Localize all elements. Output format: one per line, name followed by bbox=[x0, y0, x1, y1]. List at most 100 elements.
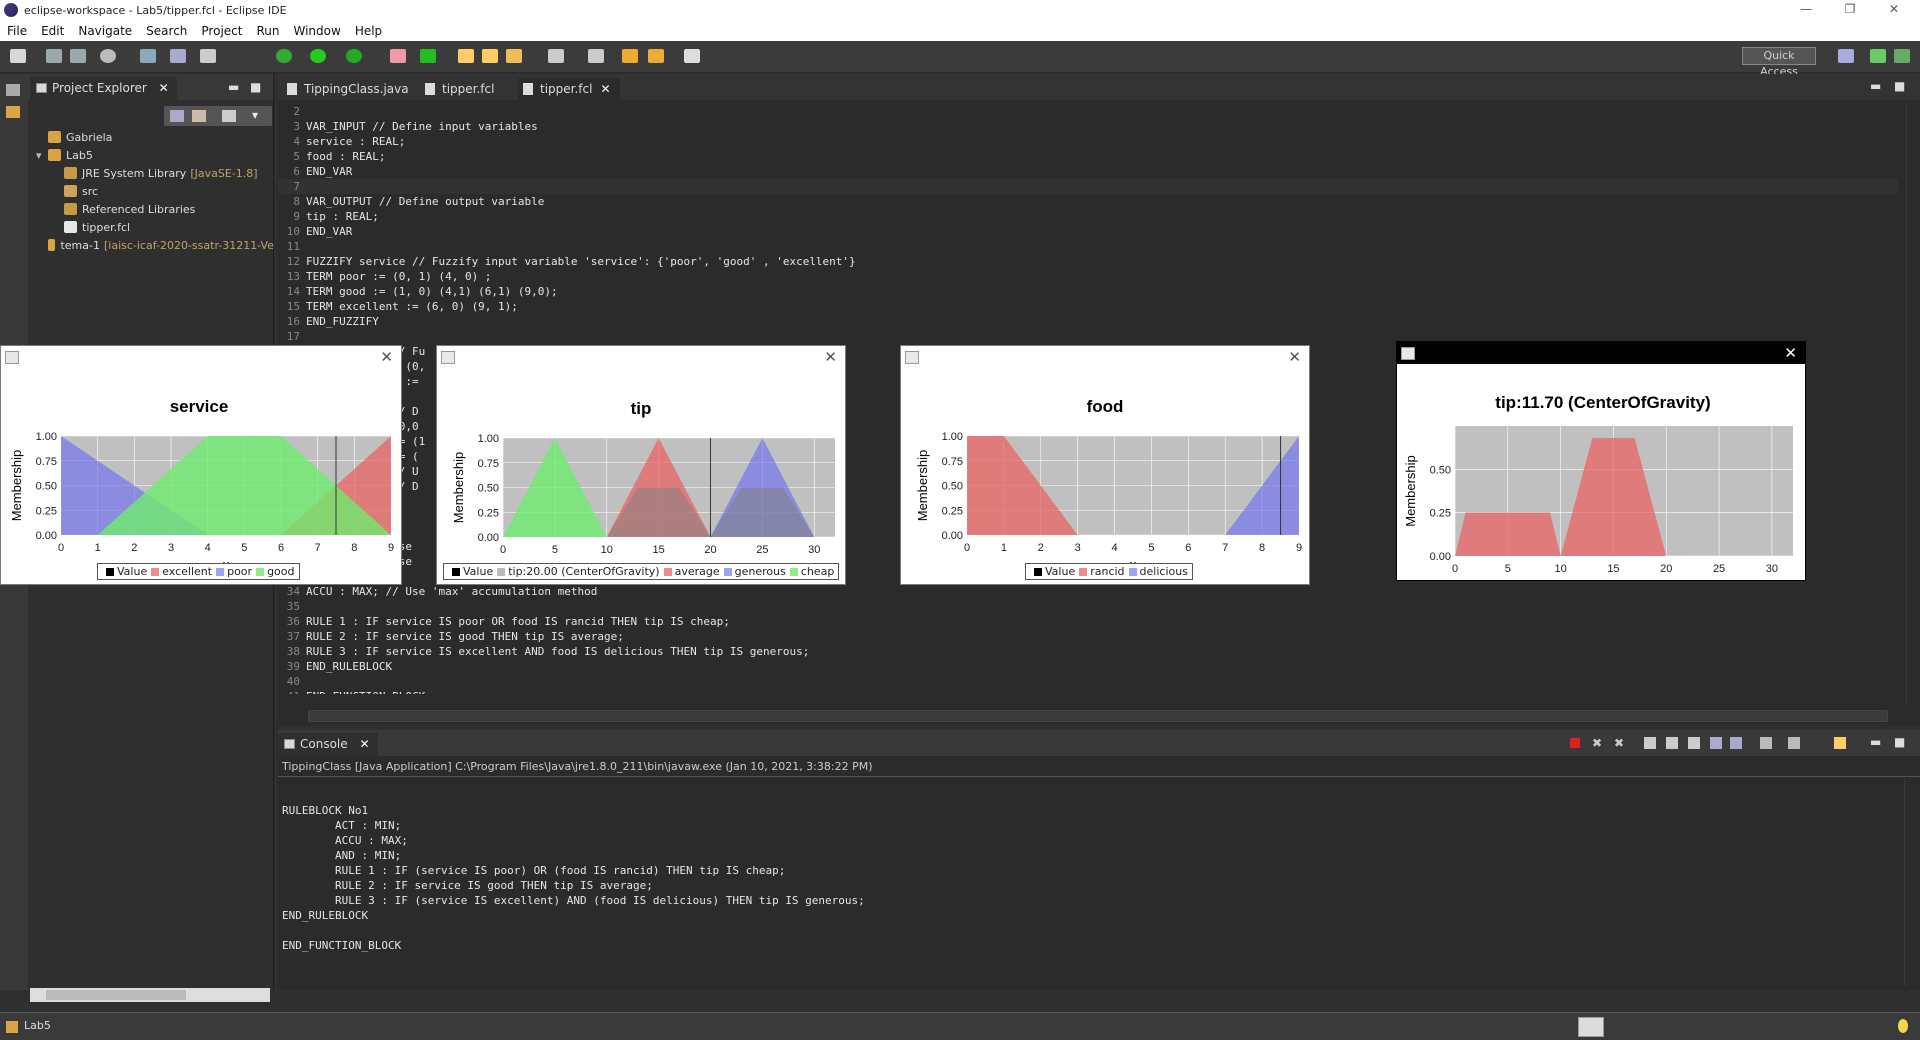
clear-console-icon[interactable] bbox=[1644, 737, 1656, 749]
code-line[interactable]: 13 TERM poor := (0, 1) (4, 0) ; bbox=[278, 269, 1898, 284]
tab-project-explorer[interactable]: Project Explorer ✕ bbox=[30, 77, 177, 100]
collapse-all-icon[interactable] bbox=[170, 110, 184, 122]
debug-icon[interactable] bbox=[100, 49, 116, 63]
tip-icon[interactable] bbox=[1898, 1019, 1908, 1033]
forward-icon[interactable] bbox=[684, 49, 700, 63]
scroll-lock-icon[interactable] bbox=[1666, 737, 1678, 749]
minimize-view-icon[interactable]: ▬ bbox=[1870, 735, 1881, 749]
maximize-view-icon[interactable]: ■ bbox=[1894, 735, 1905, 749]
tree-item[interactable]: ▾ Lab5 bbox=[28, 146, 274, 164]
explorer-hscroll[interactable] bbox=[30, 988, 270, 1002]
new-class-icon[interactable] bbox=[420, 49, 436, 63]
view-menu-icon[interactable]: ▾ bbox=[252, 108, 258, 122]
new-icon[interactable] bbox=[10, 49, 26, 63]
code-line[interactable]: 37 RULE 2 : IF service IS good THEN tip I… bbox=[278, 629, 1898, 644]
code-line[interactable]: 15 TERM excellent := (6, 0) (9, 1); bbox=[278, 299, 1898, 314]
maximize-button[interactable]: ❐ bbox=[1828, 0, 1872, 20]
code-line[interactable]: 40 bbox=[278, 674, 1898, 689]
menu-navigate[interactable]: Navigate bbox=[71, 24, 139, 38]
close-chart-button[interactable]: ✕ bbox=[380, 348, 393, 366]
pin-editor-icon[interactable] bbox=[588, 49, 604, 63]
close-chart-button[interactable]: ✕ bbox=[1784, 344, 1797, 362]
code-line[interactable]: 4 service : REAL; bbox=[278, 134, 1898, 149]
java-perspective-icon[interactable] bbox=[1870, 49, 1886, 63]
remove-all-icon[interactable]: ✖ bbox=[1614, 736, 1624, 750]
code-line[interactable]: 11 bbox=[278, 239, 1898, 254]
menu-edit[interactable]: Edit bbox=[34, 24, 71, 38]
save-all-icon[interactable] bbox=[70, 49, 86, 63]
menu-file[interactable]: File bbox=[0, 24, 34, 38]
close-icon[interactable]: ✕ bbox=[159, 81, 169, 95]
minimize-button[interactable]: — bbox=[1784, 0, 1828, 20]
open-perspective-icon[interactable] bbox=[1838, 49, 1854, 63]
quick-access-input[interactable]: Quick Access bbox=[1742, 47, 1816, 78]
format-icon[interactable] bbox=[200, 49, 216, 63]
tree-item[interactable]: src bbox=[28, 182, 274, 200]
open-task-icon[interactable] bbox=[482, 49, 498, 63]
tab-tipping-class[interactable]: TippingClass.java bbox=[282, 78, 409, 100]
tab-tipper-fcl[interactable]: tipper.fcl bbox=[420, 78, 512, 100]
tree-item[interactable]: JRE System Library [JavaSE-1.8] bbox=[28, 164, 274, 182]
console-output[interactable]: RULEBLOCK No1 ACT : MIN; ACCU : MAX; AND… bbox=[282, 788, 865, 953]
code-line[interactable]: 12 FUZZIFY service // Fuzzify input varia… bbox=[278, 254, 1898, 269]
code-line[interactable]: 7 bbox=[278, 179, 1898, 194]
code-line[interactable]: 10 END_VAR bbox=[278, 224, 1898, 239]
close-chart-button[interactable]: ✕ bbox=[1288, 348, 1301, 366]
restore-icon[interactable] bbox=[6, 84, 20, 96]
open-console-icon[interactable] bbox=[1834, 737, 1846, 749]
display-console-icon[interactable] bbox=[1788, 737, 1800, 749]
menu-window[interactable]: Window bbox=[286, 24, 347, 38]
code-line[interactable]: 3 VAR_INPUT // Define input variables bbox=[278, 119, 1898, 134]
code-line[interactable]: 8 VAR_OUTPUT // Define output variable bbox=[278, 194, 1898, 209]
chart-window-tip[interactable]: ✕ tip0.000.250.500.751.00051015202530xMe… bbox=[436, 345, 846, 585]
menu-run[interactable]: Run bbox=[249, 24, 286, 38]
chart-window-service[interactable]: ✕ service0.000.250.500.751.000123456789x… bbox=[0, 345, 402, 585]
code-line[interactable]: 16 END_FUZZIFY bbox=[278, 314, 1898, 329]
word-wrap-icon[interactable] bbox=[1688, 737, 1700, 749]
editor-hscroll[interactable] bbox=[308, 710, 1888, 722]
tab-tipper-fcl-active[interactable]: tipper.fcl ✕ bbox=[518, 78, 620, 100]
last-edit-icon[interactable] bbox=[622, 49, 638, 63]
menu-help[interactable]: Help bbox=[348, 24, 389, 38]
tree-item[interactable]: Gabriela bbox=[28, 128, 274, 146]
code-line[interactable]: 35 bbox=[278, 599, 1898, 614]
skip-breakpoints-icon[interactable] bbox=[140, 49, 156, 63]
save-icon[interactable] bbox=[46, 49, 62, 63]
expand-icon[interactable]: ▾ bbox=[36, 149, 48, 162]
menu-project[interactable]: Project bbox=[194, 24, 249, 38]
console-vscroll[interactable] bbox=[1904, 778, 1918, 986]
hierarchy-icon[interactable] bbox=[6, 106, 20, 118]
code-line[interactable]: 9 tip : REAL; bbox=[278, 209, 1898, 224]
close-window-button[interactable]: ✕ bbox=[1872, 0, 1916, 20]
scroll-thumb[interactable] bbox=[46, 990, 186, 1000]
minimize-view-icon[interactable]: ▬ bbox=[228, 80, 239, 94]
code-line[interactable]: 6 END_VAR bbox=[278, 164, 1898, 179]
search-icon[interactable] bbox=[506, 49, 522, 63]
maximize-view-icon[interactable]: ■ bbox=[1894, 79, 1905, 93]
progress-icon[interactable] bbox=[1578, 1017, 1604, 1037]
package-icon[interactable] bbox=[170, 49, 186, 63]
remove-launch-icon[interactable]: ✖ bbox=[1592, 736, 1602, 750]
show-stdout-icon[interactable] bbox=[1710, 737, 1722, 749]
show-stderr-icon[interactable] bbox=[1730, 737, 1742, 749]
close-icon[interactable]: ✕ bbox=[600, 82, 610, 96]
terminate-icon[interactable] bbox=[1570, 738, 1580, 748]
close-chart-button[interactable]: ✕ bbox=[824, 348, 837, 366]
code-line[interactable]: 41END_FUNCTION_BLOCK bbox=[278, 689, 1898, 694]
code-line[interactable]: 38 RULE 3 : IF service IS excellent AND f… bbox=[278, 644, 1898, 659]
chart-window-tip-result[interactable]: ✕ tip:11.70 (CenterOfGravity) 0.00 0.25 0.5… bbox=[1396, 341, 1806, 581]
tree-item[interactable]: Referenced Libraries bbox=[28, 200, 274, 218]
editor-vscroll[interactable] bbox=[1906, 104, 1920, 704]
close-icon[interactable]: ✕ bbox=[359, 737, 369, 751]
debug-run-icon[interactable] bbox=[276, 49, 292, 63]
code-line[interactable]: 2 bbox=[278, 104, 1898, 119]
tree-item[interactable]: tipper.fcl bbox=[28, 218, 274, 236]
debug-perspective-icon[interactable] bbox=[1894, 49, 1910, 63]
code-line[interactable]: 36 RULE 1 : IF service IS poor OR food IS… bbox=[278, 614, 1898, 629]
minimize-view-icon[interactable]: ▬ bbox=[1870, 79, 1881, 93]
back-icon[interactable] bbox=[648, 49, 664, 63]
code-line[interactable]: 5 food : REAL; bbox=[278, 149, 1898, 164]
run-icon[interactable] bbox=[310, 49, 326, 63]
chart-window-food[interactable]: ✕ food0.000.250.500.751.000123456789xMem… bbox=[900, 345, 1310, 585]
tree-item[interactable]: tema-1 [iaisc-icaf-2020-ssatr-31211-Ve bbox=[28, 236, 274, 254]
